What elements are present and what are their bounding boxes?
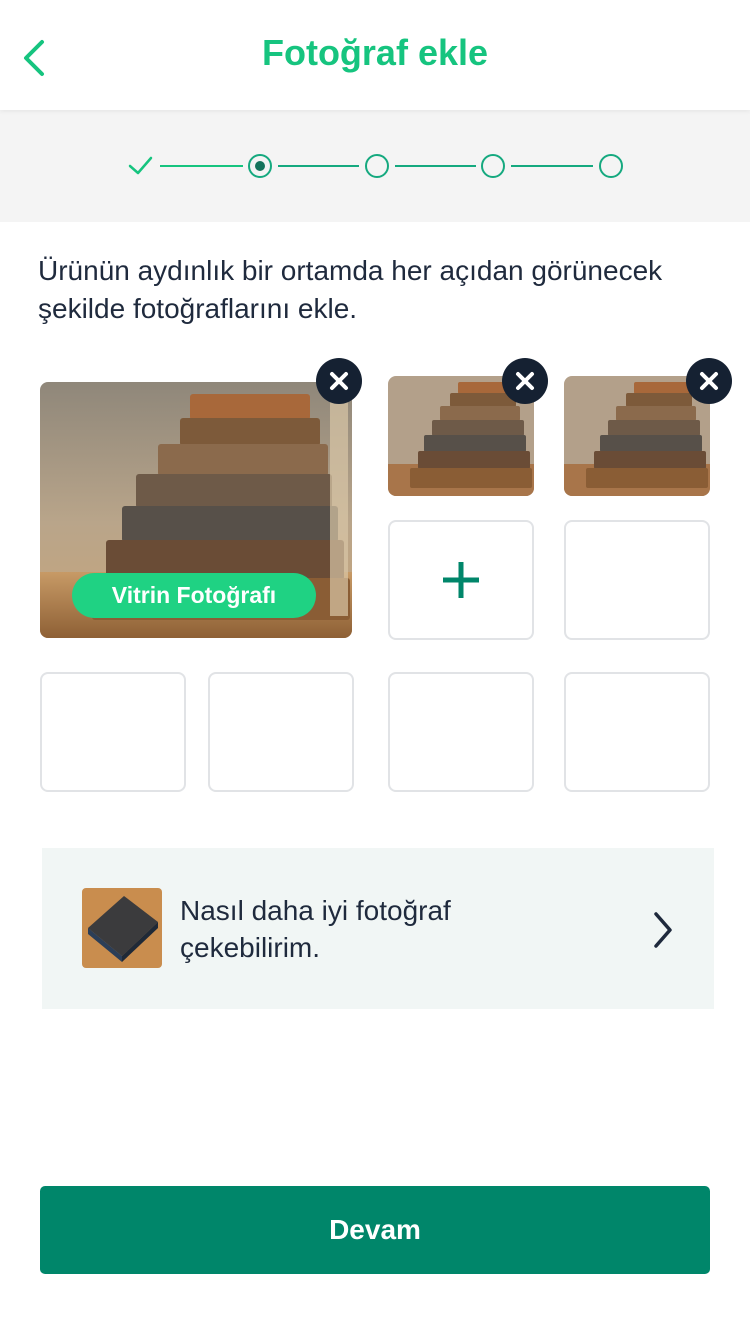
close-icon (330, 372, 348, 390)
step-4-indicator (481, 154, 505, 178)
page-title: Fotoğraf ekle (261, 32, 489, 73)
step-3-indicator (365, 154, 389, 178)
remove-photo-button[interactable] (316, 358, 362, 404)
tips-thumbnail (82, 888, 162, 968)
top-bar: Fotoğraf ekle (0, 0, 750, 110)
step-5-indicator (599, 154, 623, 178)
close-icon (700, 372, 718, 390)
remove-photo-button[interactable] (686, 358, 732, 404)
progress-stepper (0, 110, 750, 222)
photo-tips-card[interactable]: Nasıl daha iyi fotoğraf çekebilirim. (42, 848, 714, 1009)
chevron-right-icon (654, 912, 672, 948)
empty-photo-slot[interactable] (208, 672, 354, 792)
empty-photo-slot[interactable] (564, 520, 710, 640)
remove-photo-button[interactable] (502, 358, 548, 404)
empty-photo-slot[interactable] (40, 672, 186, 792)
continue-button[interactable]: Devam (40, 1186, 710, 1274)
plus-icon (443, 562, 479, 598)
empty-photo-slot[interactable] (564, 672, 710, 792)
step-1-completed-check-icon (128, 156, 153, 175)
instruction-text: Ürünün aydınlık bir ortamda her açıdan g… (38, 255, 663, 324)
close-icon (516, 372, 534, 390)
empty-photo-slot[interactable] (388, 672, 534, 792)
add-photo-button[interactable] (388, 520, 534, 640)
tips-text: Nasıl daha iyi fotoğraf çekebilirim. (180, 895, 451, 963)
showcase-photo-badge: Vitrin Fotoğrafı (72, 573, 316, 618)
book-photo-image (82, 888, 162, 968)
step-2-current-indicator (248, 154, 272, 178)
